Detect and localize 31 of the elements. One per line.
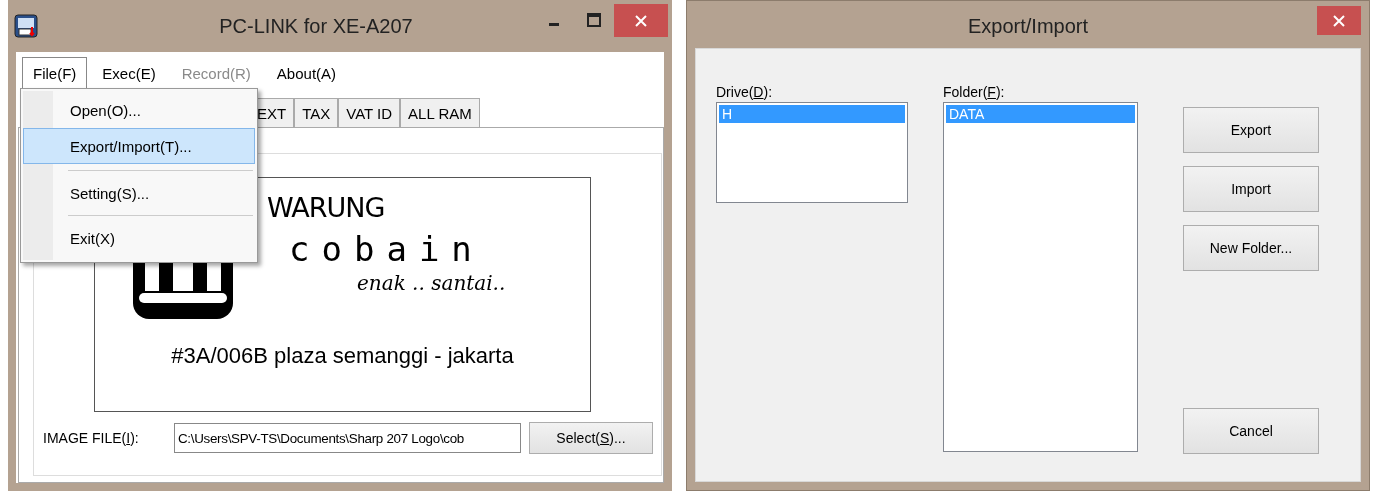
dialog-title: Export/Import [966,14,1089,38]
close-icon [635,14,647,27]
list-label: Folder(F): [943,84,1005,100]
close-icon [1333,14,1345,27]
close-button[interactable] [1317,6,1361,35]
tab[interactable]: TAX [294,98,339,127]
maximize-icon [587,13,601,27]
menu-entry[interactable]: Export/Import(T)... [23,128,255,164]
list-label: Drive(D): [716,84,773,100]
field-label: IMAGE FILE(I): [43,430,140,446]
logo-address: #3A/006B plaza semanggi - jakarta [170,343,515,369]
input-field[interactable]: C:\Users\SPV-TS\Documents\Sharp 207 Logo\cob [174,423,521,453]
dialog-button[interactable]: Export [1183,107,1319,153]
dialog-button[interactable]: Cancel [1183,408,1319,454]
dialog-button[interactable]: Import [1183,166,1319,212]
app-icon [14,14,38,38]
logo-name: cobain [289,229,484,269]
window-title: PC-LINK for XE-A207 [218,14,414,38]
minimize-icon [549,23,559,26]
menu-entry[interactable]: Exit(X) [23,222,255,254]
tab[interactable]: ALL RAM [400,98,480,127]
dialog-button[interactable]: New Folder... [1183,225,1319,271]
logo-tagline: enak .. santai.. [357,271,506,295]
logo-title: WARUNG [267,192,385,223]
select-button[interactable]: Select(S)... [529,422,653,454]
menu-item[interactable]: File(F) [22,57,88,89]
menu-entry[interactable]: Setting(S)... [23,177,255,209]
menu-item[interactable]: About(A) [265,57,348,89]
tab[interactable]: VAT ID [338,98,401,127]
close-button[interactable] [614,4,668,37]
menu-item[interactable]: Exec(E) [91,57,167,89]
